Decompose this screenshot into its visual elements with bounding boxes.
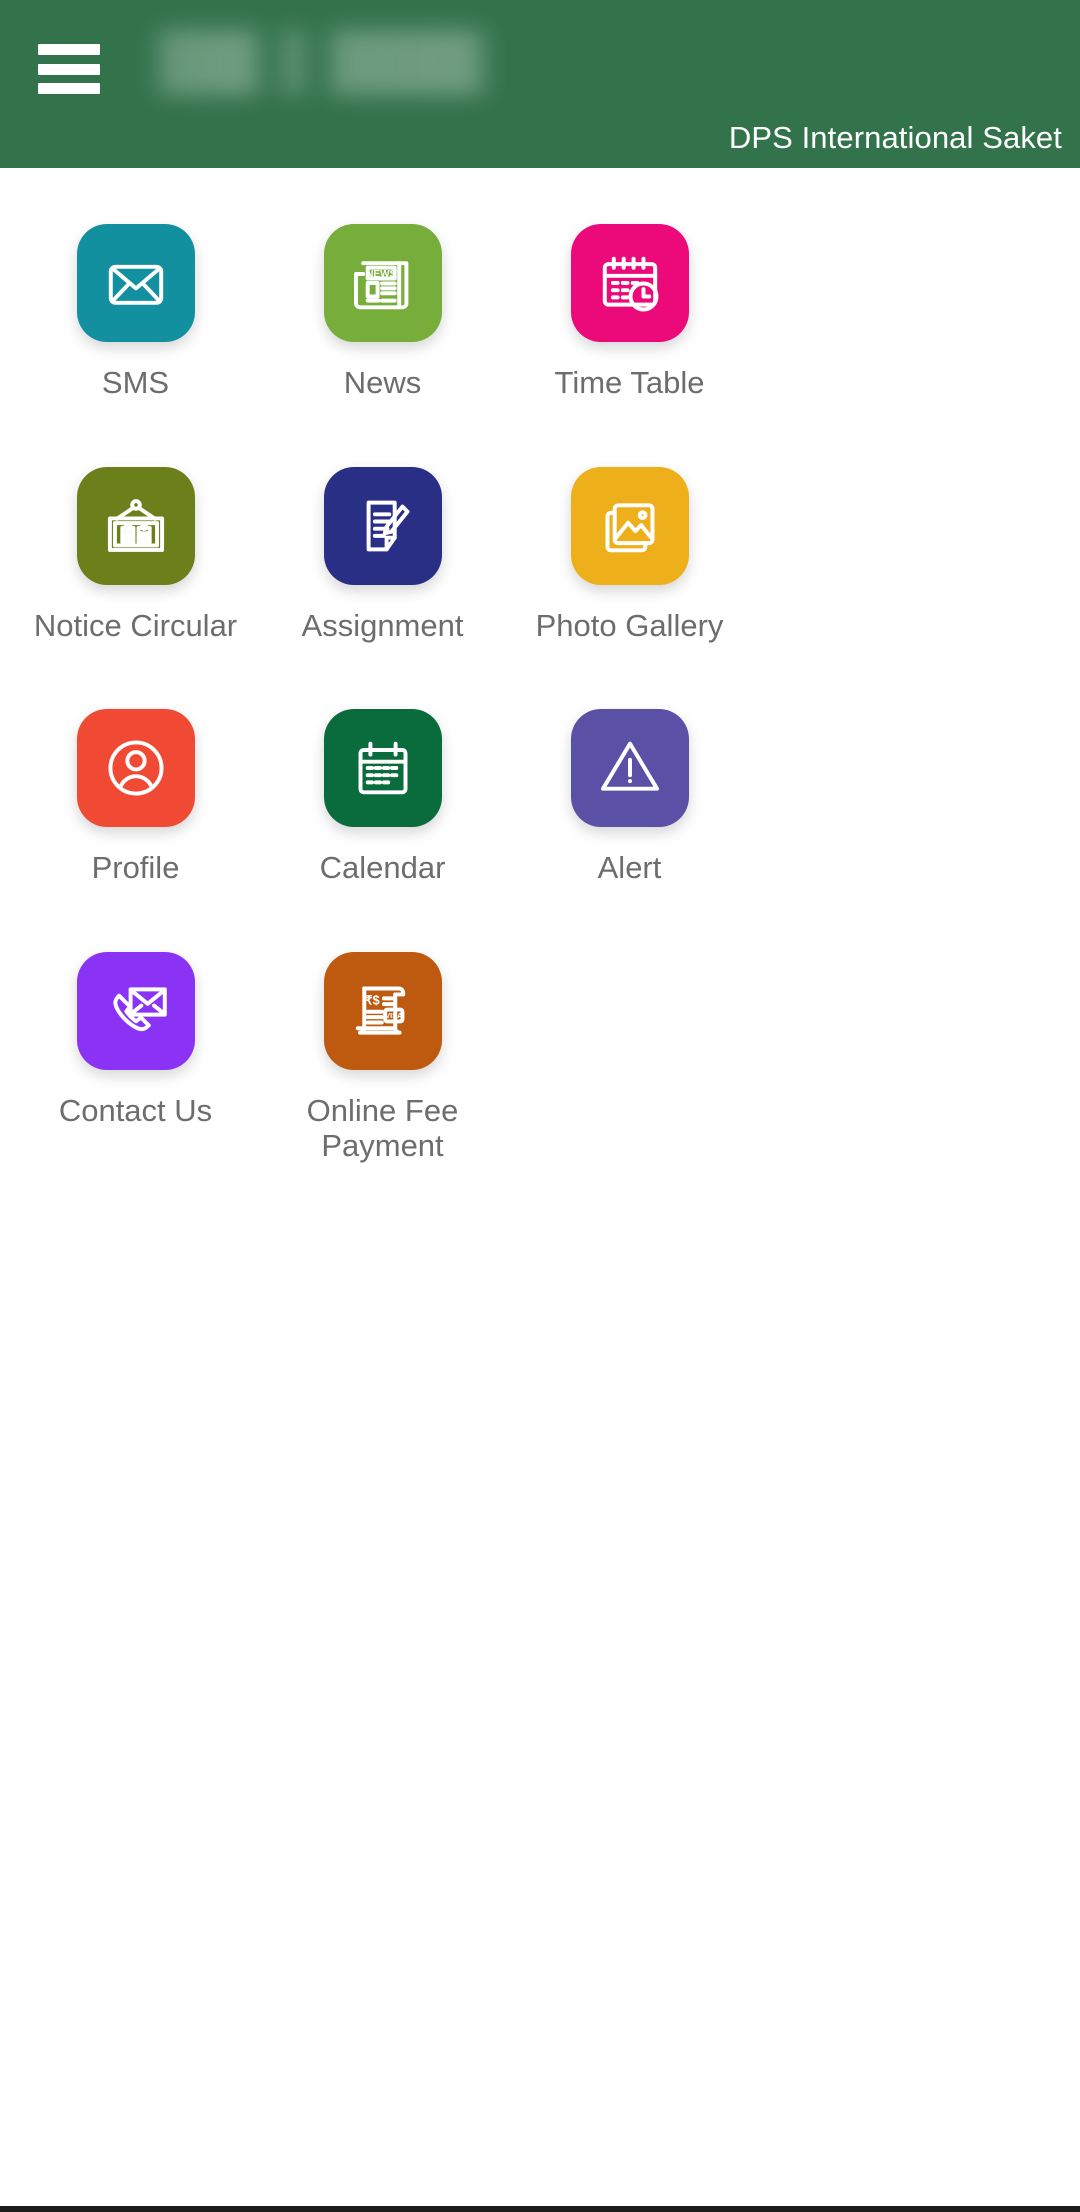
grid-item-photo-gallery[interactable]: Photo Gallery: [506, 466, 753, 644]
calendar-grid-icon[interactable]: [323, 709, 442, 828]
grid-item-contact-us[interactable]: Contact Us: [12, 952, 259, 1163]
grid-item-empty: [506, 952, 753, 1163]
svg-text:NEWS: NEWS: [366, 269, 397, 280]
grid-item-label: Calendar: [319, 850, 446, 886]
document-pen-icon[interactable]: [323, 466, 442, 585]
warning-triangle-icon[interactable]: [570, 709, 689, 828]
newspaper-icon[interactable]: NEWS: [323, 224, 442, 342]
grid-row: Notice Circular Assignment Photo Gallery: [0, 466, 1080, 644]
row-spacer: [0, 643, 1080, 709]
grid-row-inner: Profile Calendar Alert: [0, 709, 753, 886]
calendar-clock-icon[interactable]: [570, 224, 689, 342]
grid-item-alert[interactable]: Alert: [506, 709, 753, 886]
svg-text:₹$: ₹$: [364, 994, 379, 1008]
row-spacer: [0, 1164, 1080, 1230]
app-header: DPS International Saket: [0, 0, 1080, 168]
app-shortcut-grid: SMS NEWS News Time Table Notice Circular…: [0, 168, 1080, 1230]
grid-item-label: Contact Us: [58, 1093, 213, 1129]
grid-item-online-fee-payment[interactable]: ₹$ VISA Online Fee Payment: [259, 952, 506, 1163]
grid-item-label: Notice Circular: [33, 607, 238, 643]
grid-item-label: SMS: [101, 365, 170, 400]
header-title-blurred: [150, 30, 500, 95]
grid-item-news[interactable]: NEWS News: [259, 224, 506, 401]
grid-item-label: Online Fee Payment: [306, 1093, 459, 1163]
grid-item-label: Profile: [91, 850, 180, 886]
grid-row: Contact Us ₹$ VISA Online Fee Payment: [0, 952, 1080, 1163]
grid-item-label: News: [343, 365, 422, 400]
grid-item-assignment[interactable]: Assignment: [259, 466, 506, 644]
grid-item-label: Assignment: [301, 607, 464, 643]
notice-board-icon[interactable]: [76, 466, 195, 585]
menu-bar-1: [38, 44, 100, 55]
user-circle-icon[interactable]: [76, 709, 195, 828]
grid-row: SMS NEWS News Time Table: [0, 224, 1080, 401]
row-spacer: [0, 886, 1080, 952]
grid-row-inner: SMS NEWS News Time Table: [0, 224, 753, 401]
menu-bar-2: [38, 63, 100, 75]
grid-row-inner: Contact Us ₹$ VISA Online Fee Payment: [0, 952, 753, 1163]
grid-row: Profile Calendar Alert: [0, 709, 1080, 886]
envelope-icon[interactable]: [76, 224, 195, 342]
grid-row-inner: Notice Circular Assignment Photo Gallery: [0, 466, 753, 644]
grid-item-label: Alert: [597, 850, 662, 886]
menu-bar-3: [38, 83, 100, 94]
grid-item-notice-circular[interactable]: Notice Circular: [12, 466, 259, 644]
phone-envelope-icon[interactable]: [76, 952, 195, 1071]
grid-item-time-table[interactable]: Time Table: [506, 224, 753, 401]
row-spacer: [0, 401, 1080, 467]
grid-item-label: Photo Gallery: [535, 607, 724, 643]
svg-text:VISA: VISA: [385, 1011, 403, 1020]
grid-item-profile[interactable]: Profile: [12, 709, 259, 886]
grid-item-calendar[interactable]: Calendar: [259, 709, 506, 886]
grid-item-sms[interactable]: SMS: [12, 224, 259, 401]
grid-item-label: Time Table: [554, 365, 705, 400]
system-navigation-bar: [0, 2206, 1080, 2212]
school-name-label: DPS International Saket: [728, 120, 1062, 155]
photo-stack-icon[interactable]: [570, 466, 689, 585]
invoice-visa-icon[interactable]: ₹$ VISA: [323, 952, 442, 1071]
hamburger-menu-icon[interactable]: [38, 44, 100, 94]
